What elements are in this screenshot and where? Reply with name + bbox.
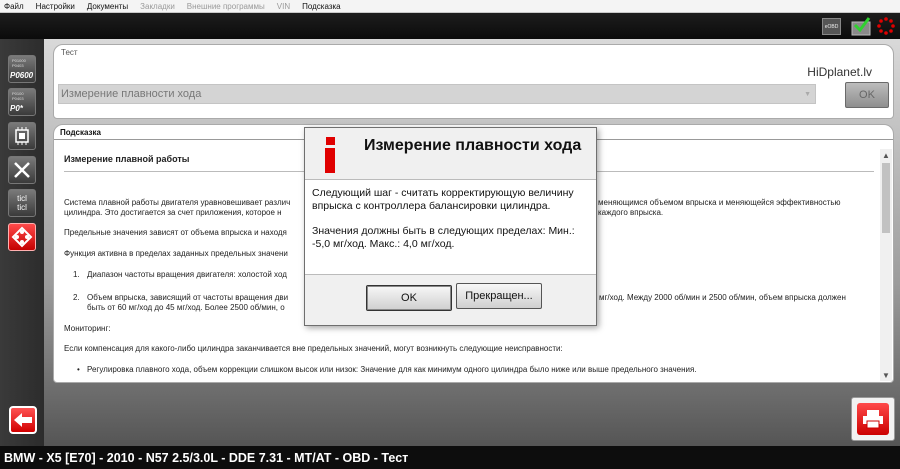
menu-bar: Файл Настройки Документы Закладки Внешни… [0, 0, 900, 13]
list-item-num: 2. [73, 293, 80, 302]
hint-p1-left: Система плавной работы двигателя уравнов… [64, 198, 291, 207]
scroll-up-icon[interactable]: ▲ [880, 149, 892, 161]
fault-memory-code: P0600 [10, 71, 34, 80]
menu-file[interactable]: Файл [4, 2, 24, 11]
test-panel: Тест HiDplanet.lv Измерение плавности хо… [53, 44, 894, 119]
test-ok-button[interactable]: OK [845, 82, 889, 108]
menu-vin[interactable]: VIN [277, 2, 290, 11]
obd-label: eOBD [824, 23, 839, 30]
scroll-down-icon[interactable]: ▼ [880, 369, 892, 381]
hint-p1-line2: цилиндра. Это достигается за счет прилож… [64, 208, 282, 217]
ticl-icon[interactable]: ticl ticl [8, 189, 36, 217]
chevron-down-icon: ▼ [804, 91, 811, 98]
hint-p1-right: меняющимся объемом впрыска и меняющейся … [598, 198, 841, 207]
top-toolbar: eOBD [0, 13, 900, 39]
menu-help[interactable]: Подсказка [302, 2, 341, 11]
bullet-dot: • [77, 365, 80, 374]
menu-external-programs[interactable]: Внешние программы [187, 2, 265, 11]
print-button[interactable] [851, 397, 895, 441]
list-item-num: 1. [73, 270, 80, 279]
info-dialog: Измерение плавности хода Следующий шаг -… [304, 127, 597, 326]
tools-icon[interactable] [8, 156, 36, 184]
hint-tab-label[interactable]: Подсказка [60, 128, 101, 137]
menu-bookmarks[interactable]: Закладки [140, 2, 175, 11]
test-tab-label: Тест [61, 48, 78, 57]
hint-p1-line2-right: каждого впрыска. [598, 208, 664, 217]
list-item-line2: быть от 60 мг/ход до 45 мг/ход. Более 25… [87, 303, 285, 312]
fault-memory-small: P01000 P0403 [12, 58, 26, 68]
fault-memory-delete-icon[interactable]: P0100 P0403 P0* [8, 88, 36, 116]
test-select-value: Измерение плавности хода [61, 88, 202, 100]
dialog-message-1: Следующий шаг - считать корректирующую в… [312, 187, 574, 212]
dialog-body: Следующий шаг - считать корректирующую в… [312, 187, 592, 251]
hint-scrollbar[interactable]: ▲ ▼ [880, 149, 892, 381]
info-icon [325, 137, 335, 173]
obd-connector-icon[interactable]: eOBD [822, 18, 841, 35]
busy-spinner-icon [877, 17, 895, 35]
fault-delete-code: P0* [10, 104, 23, 113]
ticl-top: ticl [17, 194, 27, 203]
dialog-footer: OK Прекращен... [305, 274, 596, 325]
dialog-message-2: Значения должны быть в следующих предела… [312, 225, 575, 250]
dialog-title: Измерение плавности хода [364, 137, 582, 154]
back-arrow-glyph [14, 413, 32, 427]
test-select[interactable]: Измерение плавности хода ▼ [58, 84, 816, 104]
bullet-text: Регулировка плавного хода, объем коррекц… [87, 365, 697, 374]
brand-label: HiDplanet.lv [807, 65, 872, 79]
menu-documents[interactable]: Документы [87, 2, 128, 11]
dialog-header: Измерение плавности хода [305, 128, 596, 180]
ticl-bottom: ticl [17, 203, 27, 212]
dialog-ok-button[interactable]: OK [366, 285, 452, 311]
fault-memory-icon[interactable]: P01000 P0403 P0600 [8, 55, 36, 83]
scroll-thumb[interactable] [882, 163, 890, 233]
dialog-cancel-button[interactable]: Прекращен... [456, 283, 542, 309]
menu-settings[interactable]: Настройки [36, 2, 75, 11]
tools-glyph [14, 162, 30, 178]
sidebar: P01000 P0403 P0600 P0100 P0403 P0* ticl … [0, 39, 44, 446]
chip-glyph [15, 127, 29, 145]
print-icon [857, 403, 889, 435]
check-ok-icon[interactable] [851, 16, 871, 36]
tests-glyph [11, 226, 33, 248]
compensation-text: Если компенсация для какого-либо цилиндр… [64, 344, 563, 353]
back-arrow-icon[interactable] [9, 406, 37, 434]
printer-glyph [863, 410, 883, 429]
hint-title: Измерение плавной работы [64, 154, 190, 164]
tests-icon[interactable] [8, 223, 36, 251]
fault-delete-small: P0100 P0403 [12, 91, 24, 101]
ecu-chip-icon[interactable] [8, 122, 36, 150]
status-bar: BMW - X5 [E70] - 2010 - N57 2.5/3.0L - D… [0, 446, 900, 469]
list-item-text-right: мг/ход. Между 2000 об/мин и 2500 об/мин,… [599, 293, 846, 302]
